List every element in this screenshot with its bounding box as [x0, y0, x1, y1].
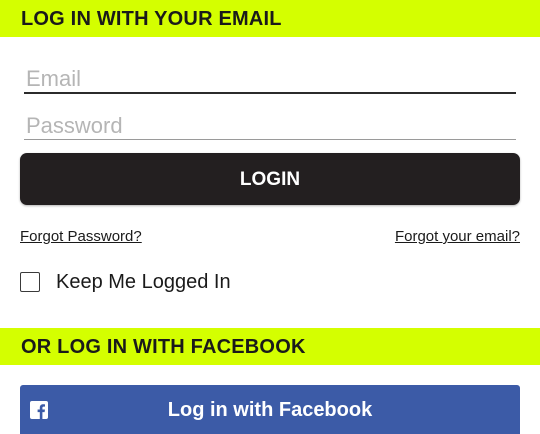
forgot-email-link[interactable]: Forgot your email? [395, 228, 520, 245]
facebook-login-button[interactable]: Log in with Facebook [20, 385, 520, 434]
forgot-password-link[interactable]: Forgot Password? [20, 228, 142, 245]
facebook-login-header: OR LOG IN WITH FACEBOOK [0, 328, 540, 365]
email-login-header: LOG IN WITH YOUR EMAIL [0, 0, 540, 37]
keep-logged-in-label: Keep Me Logged In [56, 270, 231, 293]
login-page: LOG IN WITH YOUR EMAIL LOGIN Forgot Pass… [0, 0, 540, 434]
email-field[interactable] [24, 66, 516, 94]
keep-logged-in-checkbox[interactable] [20, 272, 40, 292]
facebook-icon [30, 401, 48, 419]
keep-logged-in-row[interactable]: Keep Me Logged In [20, 269, 231, 295]
facebook-login-label: Log in with Facebook [167, 399, 373, 421]
login-button[interactable]: LOGIN [20, 153, 520, 205]
password-field[interactable] [24, 112, 516, 140]
